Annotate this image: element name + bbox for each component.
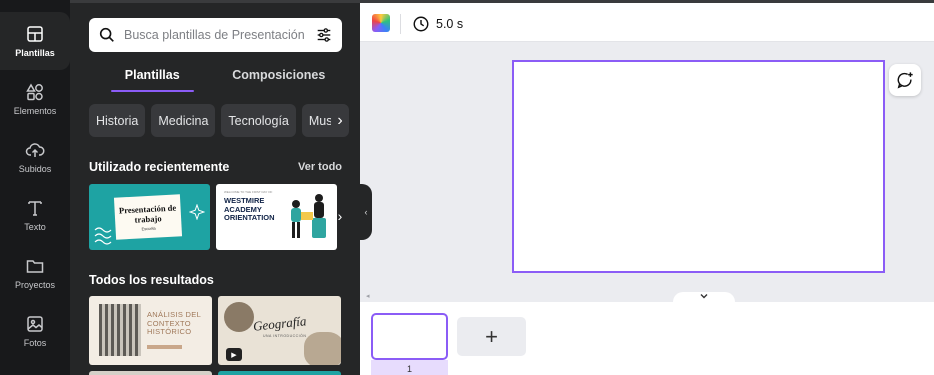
- template-kicker: WELCOME TO THE FIRST DAY OF: [224, 190, 273, 194]
- rail-item-subidos[interactable]: Subidos: [0, 128, 70, 186]
- decoration-shape: [224, 302, 254, 332]
- recent-section-title: Utilizado recientemente: [89, 160, 230, 174]
- left-rail: Plantillas Elementos Subidos Texto Proye…: [0, 0, 70, 375]
- template-subtitle: Escuela: [141, 225, 156, 231]
- search-input[interactable]: [124, 28, 315, 42]
- slide-canvas[interactable]: [512, 60, 885, 273]
- template-title: Presentación de trabajo: [118, 202, 177, 225]
- result-template-thumb[interactable]: [89, 371, 212, 375]
- add-comment-button[interactable]: [889, 64, 921, 96]
- cloud-upload-icon: [25, 143, 45, 157]
- result-template-thumb[interactable]: ANÁLISIS DEL CONTEXTO HISTÓRICO: [89, 296, 212, 365]
- rail-label: Subidos: [18, 164, 52, 174]
- result-template-thumb[interactable]: [218, 371, 341, 375]
- chevron-right-icon[interactable]: ›: [331, 104, 349, 137]
- layout-icon: [27, 26, 43, 42]
- collapse-panel-button[interactable]: ‹: [360, 184, 372, 240]
- decoration-shape: [304, 332, 341, 365]
- rail-label: Proyectos: [14, 280, 56, 290]
- image-icon: [27, 316, 43, 332]
- star-decoration-icon: [189, 204, 205, 220]
- clock-icon: [413, 16, 429, 32]
- editor-area: 5.0 s ◂ 1 +: [360, 0, 934, 375]
- template-title: Geografía: [252, 313, 308, 334]
- scroll-left-arrow-icon[interactable]: ◂: [366, 292, 370, 300]
- rail-item-elementos[interactable]: Elementos: [0, 70, 70, 128]
- rail-label: Texto: [24, 222, 46, 232]
- template-accent-bar: [147, 345, 182, 349]
- template-title: ANÁLISIS DEL CONTEXTO HISTÓRICO: [147, 310, 201, 336]
- rail-item-plantillas[interactable]: Plantillas: [0, 12, 70, 70]
- add-page-button[interactable]: +: [457, 317, 526, 356]
- rail-item-texto[interactable]: Texto: [0, 186, 70, 244]
- wave-decoration-icon: [94, 227, 112, 245]
- page-thumbnail[interactable]: [371, 313, 448, 360]
- tab-plantillas[interactable]: Plantillas: [89, 61, 216, 93]
- page-number: 1: [371, 360, 448, 375]
- rail-item-proyectos[interactable]: Proyectos: [0, 244, 70, 302]
- tab-composiciones[interactable]: Composiciones: [216, 61, 343, 93]
- rail-label: Elementos: [13, 106, 57, 116]
- shapes-icon: [26, 83, 43, 101]
- chevron-down-icon: [700, 294, 708, 299]
- folder-icon: [26, 260, 44, 273]
- editor-toolbar: 5.0 s: [360, 0, 934, 42]
- rail-label: Fotos: [23, 338, 47, 348]
- chip-medicina[interactable]: Medicina: [151, 104, 216, 137]
- search-icon: [99, 27, 114, 42]
- category-chips: Historia Medicina Tecnología Music: [89, 104, 347, 138]
- template-card: Presentación de trabajo Escuela: [113, 194, 183, 240]
- see-all-link[interactable]: Ver todo: [298, 161, 342, 173]
- results-section-title: Todos los resultados: [89, 273, 214, 287]
- duration-label: 5.0 s: [436, 17, 464, 31]
- template-subtitle: UNA INTRODUCCIÓN: [263, 334, 307, 338]
- panel-tabs: Plantillas Composiciones: [89, 61, 342, 93]
- search-box[interactable]: [89, 18, 342, 52]
- result-template-thumb[interactable]: Geografía UNA INTRODUCCIÓN ▶: [218, 296, 341, 365]
- toolbar-divider: [400, 14, 401, 34]
- duration-button[interactable]: 5.0 s: [412, 13, 463, 35]
- chip-tecnologia[interactable]: Tecnología: [221, 104, 296, 137]
- recent-template-thumb[interactable]: WELCOME TO THE FIRST DAY OF WESTMIRE ACA…: [216, 184, 337, 250]
- rail-label: Plantillas: [15, 48, 55, 58]
- columns-photo: [99, 304, 141, 356]
- toggle-pages-button[interactable]: [673, 292, 735, 302]
- chip-historia[interactable]: Historia: [89, 104, 146, 137]
- recent-template-thumb[interactable]: Presentación de trabajo Escuela: [89, 184, 210, 250]
- text-icon: [28, 201, 42, 216]
- templates-panel: Plantillas Composiciones Historia Medici…: [70, 0, 360, 375]
- comment-add-icon: [897, 72, 913, 89]
- chevron-right-icon[interactable]: ›: [332, 203, 348, 229]
- people-illustration-icon: [291, 194, 326, 238]
- color-picker-icon[interactable]: [372, 14, 390, 32]
- template-title: WESTMIRE ACADEMY ORIENTATION: [224, 196, 275, 222]
- rail-item-fotos[interactable]: Fotos: [0, 302, 70, 360]
- pages-strip: 1 +: [360, 302, 934, 375]
- play-icon: ▶: [226, 348, 242, 361]
- sliders-icon[interactable]: [315, 26, 333, 44]
